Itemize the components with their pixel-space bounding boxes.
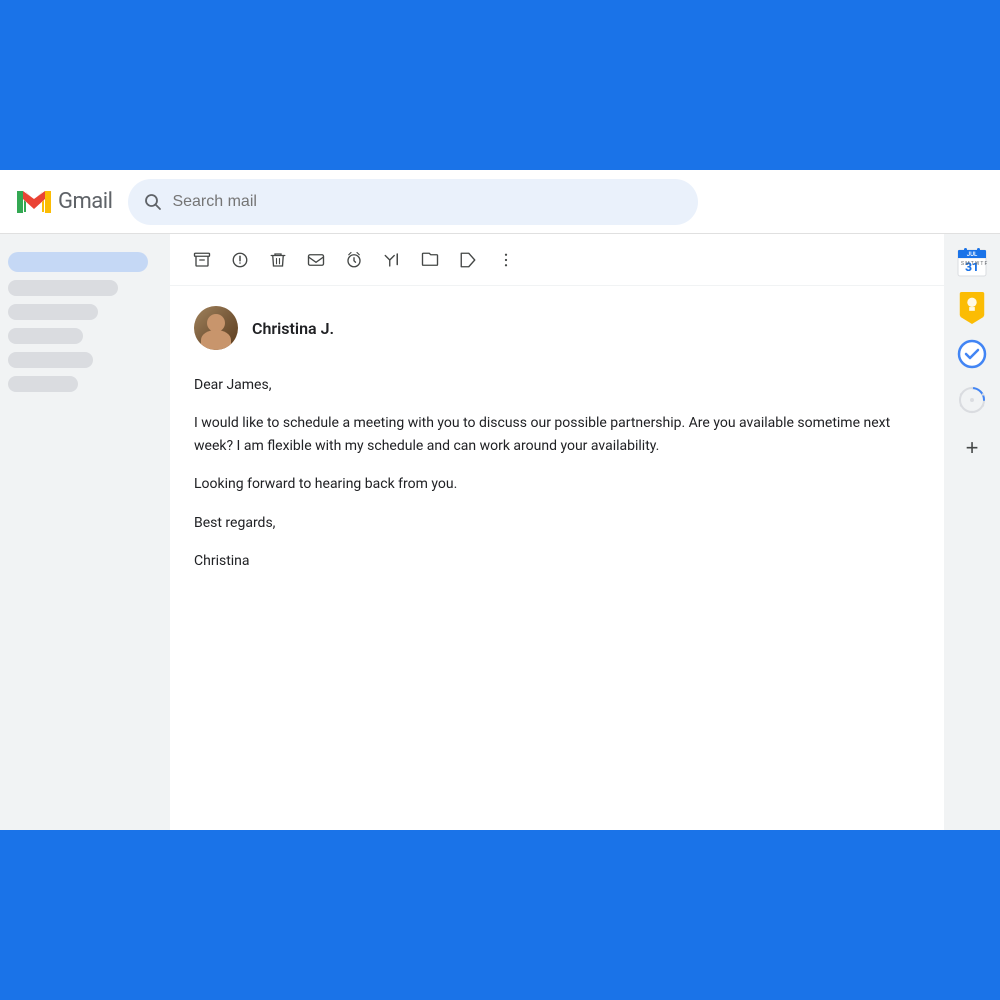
email-text: Dear James, I would like to schedule a m… — [194, 374, 920, 572]
mark-unread-button[interactable] — [300, 244, 332, 276]
main-area: Christina J. Dear James, I would like to… — [0, 234, 1000, 830]
gmail-label: Gmail — [58, 189, 112, 214]
svg-text:S M T W T F S: S M T W T F S — [961, 261, 988, 267]
archive-button[interactable] — [186, 244, 218, 276]
email-greeting: Dear James, — [194, 374, 920, 396]
left-sidebar — [0, 234, 170, 830]
add-to-tasks-button[interactable] — [376, 244, 408, 276]
google-tasks-icon[interactable] — [952, 334, 992, 374]
label-button[interactable] — [452, 244, 484, 276]
avatar — [194, 306, 238, 350]
google-keep-icon[interactable] — [952, 288, 992, 328]
svg-text:JUL: JUL — [967, 251, 978, 258]
email-body: Christina J. Dear James, I would like to… — [170, 286, 944, 608]
sidebar-placeholder-1 — [8, 280, 118, 296]
sidebar-placeholder-3 — [8, 328, 83, 344]
right-sidebar: 31 JUL 31 S M T W T F S — [944, 234, 1000, 830]
more-options-button[interactable] — [490, 244, 522, 276]
search-input[interactable] — [172, 193, 682, 211]
email-content: Christina J. Dear James, I would like to… — [170, 234, 944, 830]
sidebar-placeholder-list — [8, 244, 162, 400]
gmail-logo: Gmail — [16, 188, 112, 216]
google-calendar-icon[interactable]: 31 JUL 31 S M T W T F S — [952, 242, 992, 282]
sidebar-placeholder-5 — [8, 376, 78, 392]
email-body-p1: I would like to schedule a meeting with … — [194, 412, 920, 457]
blue-bottom-band — [0, 830, 1000, 1000]
add-icon: + — [966, 437, 979, 459]
sidebar-placeholder-4 — [8, 352, 93, 368]
snooze-button[interactable] — [338, 244, 370, 276]
delete-button[interactable] — [262, 244, 294, 276]
add-app-button[interactable]: + — [954, 430, 990, 466]
google-contacts-icon[interactable] — [952, 380, 992, 420]
search-bar[interactable] — [128, 179, 698, 225]
gmail-m-icon — [16, 188, 52, 216]
sender-row: Christina J. — [194, 306, 920, 350]
sender-name: Christina J. — [252, 319, 334, 338]
email-toolbar — [170, 234, 944, 286]
email-body-p2: Looking forward to hearing back from you… — [194, 473, 920, 495]
blue-top-band — [0, 0, 1000, 170]
search-icon — [144, 193, 162, 211]
email-closing: Best regards, — [194, 512, 920, 534]
email-sign: Christina — [194, 550, 920, 572]
sidebar-placeholder-2 — [8, 304, 98, 320]
report-spam-button[interactable] — [224, 244, 256, 276]
gmail-window: Gmail — [0, 170, 1000, 830]
top-bar: Gmail — [0, 170, 1000, 234]
move-to-button[interactable] — [414, 244, 446, 276]
sidebar-item-active[interactable] — [8, 252, 148, 272]
